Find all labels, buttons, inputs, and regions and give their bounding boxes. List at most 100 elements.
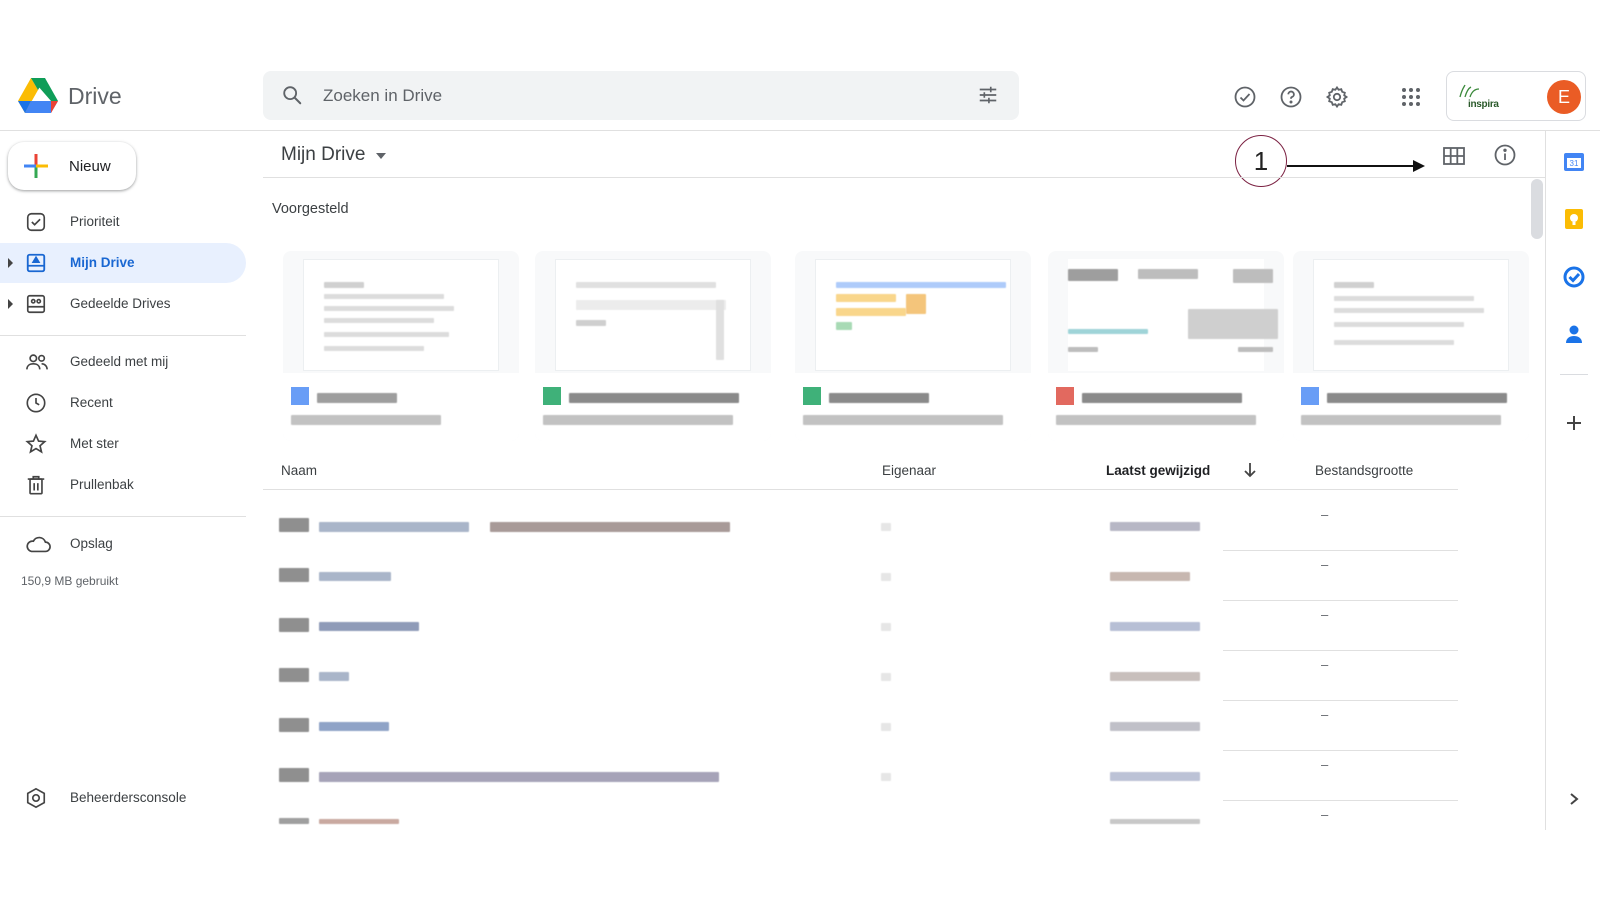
annotation-marker: 1 [1235, 135, 1287, 187]
card-footer [795, 373, 1031, 441]
table-row[interactable]: – [263, 601, 1458, 651]
calendar-icon[interactable]: 31 [1562, 149, 1586, 173]
suggested-file-card[interactable] [283, 251, 519, 441]
shared-with-me-icon [25, 351, 48, 373]
page-title[interactable]: Mijn Drive [281, 144, 365, 166]
drive-logo[interactable]: Drive [18, 78, 122, 114]
file-thumbnail [815, 259, 1011, 371]
file-size: – [1321, 507, 1329, 522]
file-size: – [1321, 557, 1329, 572]
suggested-file-card[interactable] [535, 251, 771, 441]
expand-arrow-icon[interactable] [8, 258, 13, 268]
contacts-icon[interactable] [1562, 322, 1586, 346]
drive-logo-icon [18, 78, 58, 113]
offline-ready-icon[interactable] [1232, 84, 1258, 110]
sidebar-item-admin-console[interactable]: Beheerdersconsole [0, 778, 246, 818]
sidebar-item-label: Beheerdersconsole [70, 790, 187, 805]
file-thumbnail [555, 259, 751, 371]
column-file-size[interactable]: Bestandsgrootte [1315, 463, 1413, 478]
sidebar-item-label: Opslag [70, 536, 113, 551]
sidebar-item-label: Prioriteit [70, 214, 120, 229]
suggested-file-card[interactable] [1048, 251, 1284, 441]
file-thumbnail [1313, 259, 1509, 371]
sidebar-item-label: Met ster [70, 436, 119, 451]
side-panel: 31 [1545, 130, 1600, 830]
scrollbar[interactable] [1531, 179, 1543, 239]
sidebar-item-recent[interactable]: Recent [0, 383, 246, 423]
avatar[interactable]: E [1547, 80, 1581, 114]
sheets-file-icon [803, 387, 821, 405]
file-size: – [1321, 607, 1329, 622]
sidebar-item-shared-with-me[interactable]: Gedeeld met mij [0, 342, 246, 382]
search-icon[interactable] [281, 84, 303, 111]
file-size: – [1321, 707, 1329, 722]
table-row[interactable]: – [263, 751, 1458, 801]
star-icon [25, 433, 47, 455]
table-row[interactable]: – [263, 501, 1458, 551]
sidebar-divider [0, 516, 246, 517]
sidebar-item-label: Gedeeld met mij [70, 354, 169, 369]
pdf-file-icon [1056, 387, 1074, 405]
annotation-arrow [1287, 160, 1425, 172]
suggested-file-card[interactable] [1293, 251, 1529, 441]
help-icon[interactable] [1278, 84, 1304, 110]
tasks-icon[interactable] [1562, 265, 1586, 289]
sheets-file-icon [543, 387, 561, 405]
card-footer [535, 373, 771, 441]
suggested-file-card[interactable] [795, 251, 1031, 441]
docs-file-icon [1301, 387, 1319, 405]
table-row[interactable]: – [263, 701, 1458, 751]
new-button-label: Nieuw [69, 158, 111, 175]
file-size: – [1321, 807, 1329, 822]
suggested-heading: Voorgesteld [272, 201, 349, 217]
file-size: – [1321, 757, 1329, 772]
sidebar-item-trash[interactable]: Prullenbak [0, 465, 246, 505]
search-input[interactable]: Zoeken in Drive [323, 86, 442, 106]
column-owner[interactable]: Eigenaar [882, 463, 936, 478]
account-switcher[interactable]: inspira E [1446, 71, 1586, 121]
grid-view-icon[interactable] [1441, 143, 1467, 169]
search-bar[interactable]: Zoeken in Drive [263, 71, 1019, 120]
sidebar-divider [0, 335, 246, 336]
chevron-down-icon[interactable] [375, 144, 387, 166]
breadcrumb[interactable]: Mijn Drive [281, 144, 387, 166]
sidebar-item-label: Recent [70, 395, 113, 410]
admin-icon [25, 787, 47, 809]
info-icon[interactable] [1492, 142, 1518, 168]
clock-icon [25, 392, 47, 414]
sidebar-item-shared-drives[interactable]: Gedeelde Drives [0, 284, 246, 324]
storage-usage: 150,9 MB gebruikt [21, 574, 119, 588]
column-name[interactable]: Naam [281, 463, 317, 478]
drive-app: Drive Zoeken in Drive inspira E Nieuw Pr… [0, 55, 1600, 845]
file-size: – [1321, 657, 1329, 672]
settings-icon[interactable] [1324, 84, 1350, 110]
sidebar-item-my-drive[interactable]: Mijn Drive [0, 243, 246, 283]
table-row[interactable]: – [263, 551, 1458, 601]
sort-arrow-icon[interactable] [1243, 462, 1257, 483]
header-divider [0, 130, 1600, 131]
file-thumbnail [303, 259, 499, 371]
apps-grid-icon[interactable] [1398, 84, 1424, 110]
sidebar-item-label: Gedeelde Drives [70, 296, 171, 311]
sidebar-item-priority[interactable]: Prioriteit [0, 202, 246, 242]
svg-text:31: 31 [1570, 159, 1579, 168]
organization-logo: inspira [1457, 84, 1517, 112]
sidebar-item-starred[interactable]: Met ster [0, 424, 246, 464]
sidebar-item-storage[interactable]: Opslag [0, 524, 246, 564]
column-last-modified[interactable]: Laatst gewijzigd [1106, 463, 1210, 478]
table-row[interactable]: – [263, 651, 1458, 701]
card-footer [1048, 373, 1284, 441]
docs-file-icon [291, 387, 309, 405]
chevron-right-icon[interactable] [1562, 787, 1586, 811]
shared-drives-icon [25, 293, 47, 315]
search-options-icon[interactable] [977, 84, 999, 111]
card-footer [283, 373, 519, 441]
my-drive-icon [25, 252, 47, 274]
table-header-divider [263, 489, 1458, 490]
new-button[interactable]: Nieuw [8, 142, 136, 190]
organization-name: inspira [1468, 99, 1499, 110]
expand-arrow-icon[interactable] [8, 299, 13, 309]
table-row[interactable]: – [263, 801, 1458, 841]
keep-icon[interactable] [1562, 207, 1586, 231]
add-addon-icon[interactable] [1562, 411, 1586, 435]
